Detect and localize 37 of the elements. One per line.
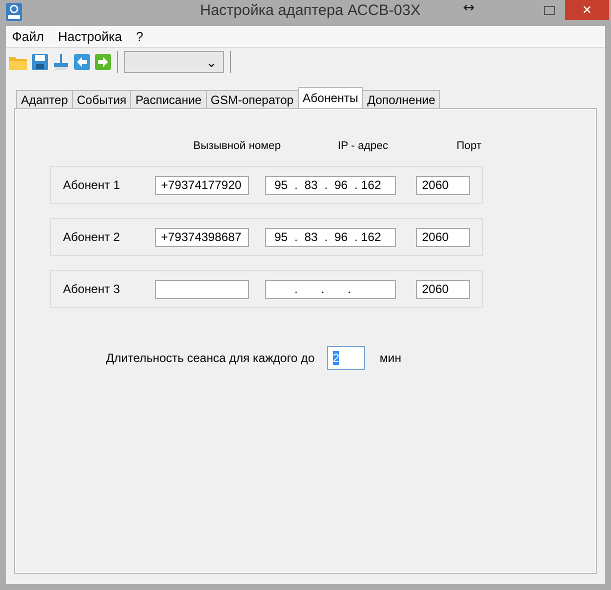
tab[interactable]: Абоненты [298, 87, 364, 108]
column-header: Порт [456, 140, 482, 152]
save-icon[interactable] [32, 54, 48, 70]
phone-field[interactable]: +79374398687 [155, 228, 249, 246]
column-header: Вызывной номер [192, 140, 282, 152]
tab[interactable]: События [72, 90, 132, 108]
column-header: IP - адрес [336, 140, 390, 152]
phone-field[interactable] [155, 280, 249, 298]
arrow-right-icon[interactable] [95, 54, 111, 70]
tab[interactable]: Дополнение [362, 90, 440, 108]
tab[interactable]: Расписание [130, 90, 207, 108]
tab[interactable]: GSM-оператор [206, 90, 299, 108]
unit-label: мин [380, 351, 402, 365]
subscriber-label: Абонент 3 [63, 282, 121, 296]
arrow-left-icon[interactable] [74, 54, 90, 70]
port-field[interactable]: 2060 [416, 228, 470, 246]
session-label: Длительность сеанса для каждого до [106, 351, 315, 365]
download-icon[interactable] [53, 54, 69, 70]
subscriber-label: Абонент 2 [63, 230, 121, 244]
dropdown[interactable]: ⌄ [124, 51, 224, 73]
ip-address-field[interactable]: 95 . 83 . 96 . 162 [265, 228, 396, 246]
menu-item[interactable]: Настройка [54, 29, 126, 44]
tab[interactable]: Адаптер [16, 90, 73, 108]
port-field[interactable]: 2060 [416, 176, 470, 194]
window-title: Настройка адаптера АССВ-03Х [200, 2, 420, 19]
ip-address-field[interactable]: . . . [265, 280, 396, 298]
app-icon [6, 3, 22, 21]
close-button[interactable]: ✕ [565, 0, 609, 20]
folder-icon[interactable] [9, 54, 27, 70]
phone-field[interactable]: +79374177920 [155, 176, 249, 194]
menu-item[interactable]: ? [132, 29, 148, 44]
subscriber-label: Абонент 1 [63, 178, 121, 192]
port-field[interactable]: 2060 [416, 280, 470, 298]
resize-glyph: ↔ [463, 0, 475, 16]
menu-item[interactable]: Файл [8, 29, 48, 44]
maximize-icon [544, 6, 554, 14]
ip-address-field[interactable]: 95 . 83 . 96 . 162 [265, 176, 396, 194]
